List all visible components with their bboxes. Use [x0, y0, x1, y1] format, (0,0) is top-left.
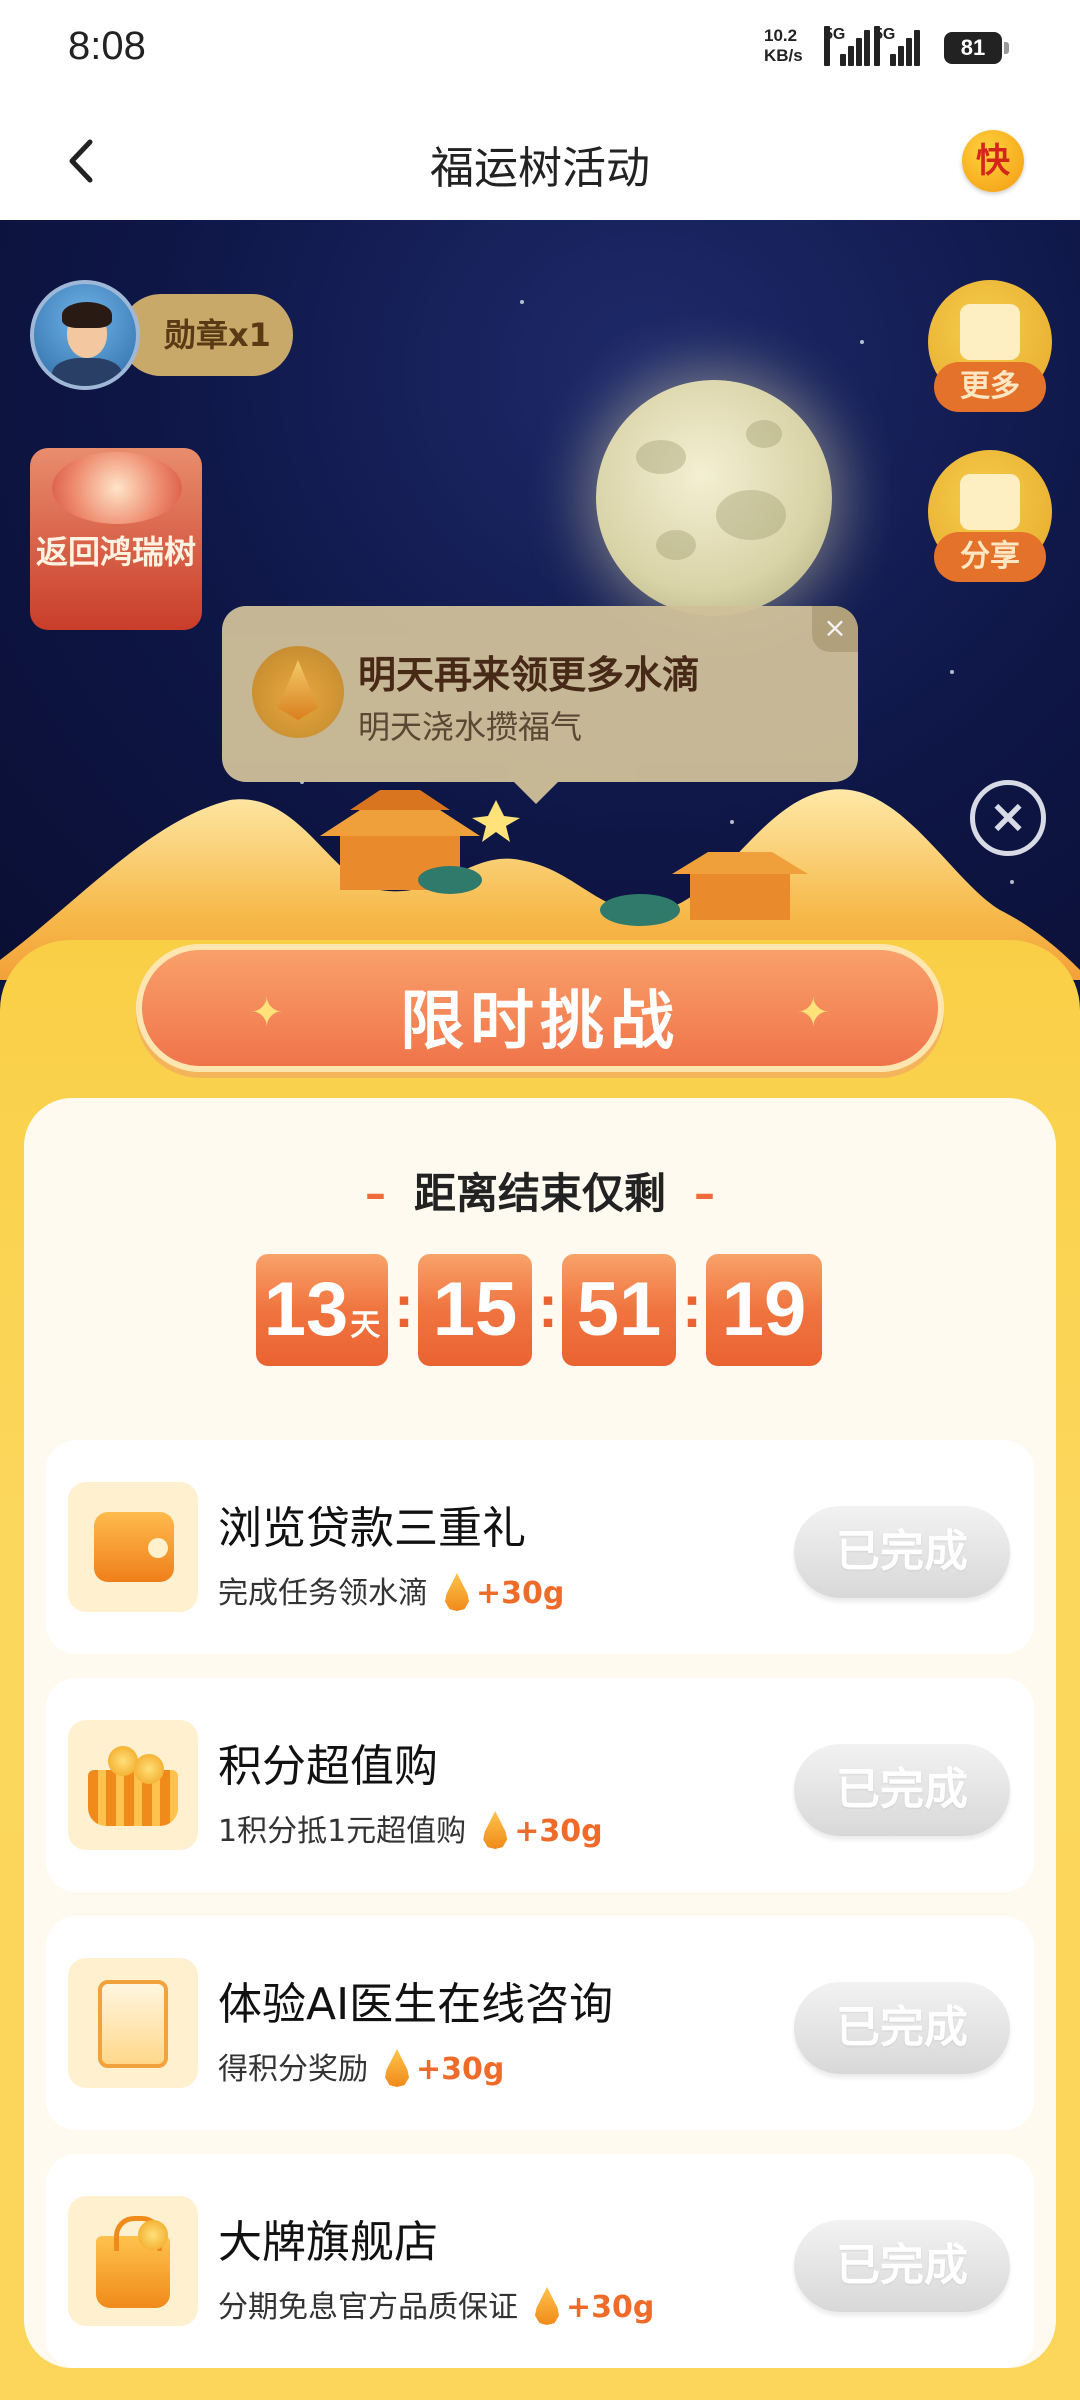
- task-reward: +30g: [476, 1576, 565, 1611]
- return-tree-button[interactable]: 返回鸿瑞树: [30, 448, 202, 630]
- task-item: 积分超值购 1积分抵1元超值购 +30g 已完成: [46, 1678, 1034, 1892]
- countdown-minutes: 51: [562, 1254, 676, 1366]
- basket-icon: [68, 1720, 198, 1850]
- water-drop-icon: [252, 646, 344, 738]
- task-reward: +30g: [566, 2290, 655, 2325]
- kuai-logo-icon[interactable]: 快: [962, 130, 1024, 192]
- battery-icon: 81: [944, 32, 1009, 64]
- moon-image: [596, 380, 832, 616]
- list-icon: [960, 304, 1020, 360]
- task-name: 体验AI医生在线咨询: [218, 1979, 614, 2030]
- return-tree-label: 返回鸿瑞树: [35, 533, 196, 571]
- task-name: 大牌旗舰店: [218, 2217, 438, 2268]
- water-drop-icon: [445, 1573, 469, 1611]
- task-item: 浏览贷款三重礼 完成任务领水滴 +30g 已完成: [46, 1440, 1034, 1654]
- signal-icon-2: 5G: [874, 26, 932, 66]
- tooltip-subtitle: 明天浇水攒福气: [358, 708, 583, 746]
- task-reward: +30g: [416, 2052, 505, 2087]
- task-item: 体验AI医生在线咨询 得积分奖励 +30g 已完成: [46, 1916, 1034, 2130]
- water-drop-icon: [385, 2049, 409, 2087]
- task-completed-button[interactable]: 已完成: [794, 1506, 1010, 1598]
- more-button[interactable]: 更多: [928, 280, 1052, 420]
- tooltip-close-icon[interactable]: ×: [812, 606, 858, 652]
- task-desc: 分期免息官方品质保证 +30g: [218, 2282, 654, 2326]
- task-name: 浏览贷款三重礼: [218, 1503, 526, 1554]
- task-completed-button[interactable]: 已完成: [794, 2220, 1010, 2312]
- task-item: 大牌旗舰店 分期免息官方品质保证 +30g 已完成: [46, 2154, 1034, 2368]
- shopping-bag-icon: [68, 2196, 198, 2326]
- tree-icon: [52, 452, 182, 524]
- task-name: 积分超值购: [218, 1741, 438, 1792]
- task-completed-button[interactable]: 已完成: [794, 1982, 1010, 2074]
- water-tooltip: 明天再来领更多水滴 明天浇水攒福气 ×: [222, 606, 858, 804]
- network-speed-value: 10.2: [764, 26, 798, 45]
- more-label: 更多: [934, 362, 1046, 412]
- status-bar: 8:08 10.2 KB/s 5G 5G 81: [0, 0, 1080, 100]
- avatar: [30, 280, 140, 390]
- page-title: 福运树活动: [430, 143, 650, 194]
- challenge-banner: ✦ 限时挑战 ✦: [136, 944, 944, 1072]
- medal-count: 勋章x1: [120, 294, 293, 376]
- night-scene: 勋章x1 返回鸿瑞树 更多 分享 明天再来领更多水滴 明天浇水攒福气 × ×: [0, 220, 1080, 980]
- signal-type-2: 5G: [874, 26, 895, 66]
- countdown-seconds: 19: [706, 1254, 822, 1366]
- task-desc: 1积分抵1元超值购 +30g: [218, 1806, 603, 1850]
- task-desc: 得积分奖励 +30g: [218, 2044, 504, 2088]
- countdown-header: – 距离结束仅剩 –: [364, 1169, 715, 1218]
- share-label: 分享: [934, 532, 1046, 582]
- signal-type: 5G: [824, 26, 845, 66]
- signal-icon: 5G: [824, 26, 870, 66]
- task-completed-button[interactable]: 已完成: [794, 1744, 1010, 1836]
- tooltip-title: 明天再来领更多水滴: [358, 653, 701, 697]
- share-icon: [960, 474, 1020, 530]
- medical-clipboard-icon: [68, 1958, 198, 2088]
- task-desc: 完成任务领水滴 +30g: [218, 1568, 564, 1612]
- sparkle-icon: ✦: [796, 990, 830, 1036]
- wallet-icon: [68, 1482, 198, 1612]
- water-drop-icon: [535, 2287, 559, 2325]
- countdown-hours: 15: [418, 1254, 532, 1366]
- network-speed-unit: KB/s: [764, 46, 803, 65]
- share-button[interactable]: 分享: [928, 450, 1052, 590]
- task-reward: +30g: [514, 1814, 603, 1849]
- countdown-days: 13天: [256, 1254, 388, 1366]
- water-drop-icon: [483, 1811, 508, 1849]
- countdown-timer: 13天 : 15 : 51 : 19: [0, 1254, 1080, 1366]
- title-bar: 福运树活动 快: [0, 100, 1080, 220]
- status-time: 8:08: [68, 24, 146, 68]
- countdown-label: 距离结束仅剩: [413, 1169, 666, 1218]
- network-speed: 10.2 KB/s: [764, 26, 803, 66]
